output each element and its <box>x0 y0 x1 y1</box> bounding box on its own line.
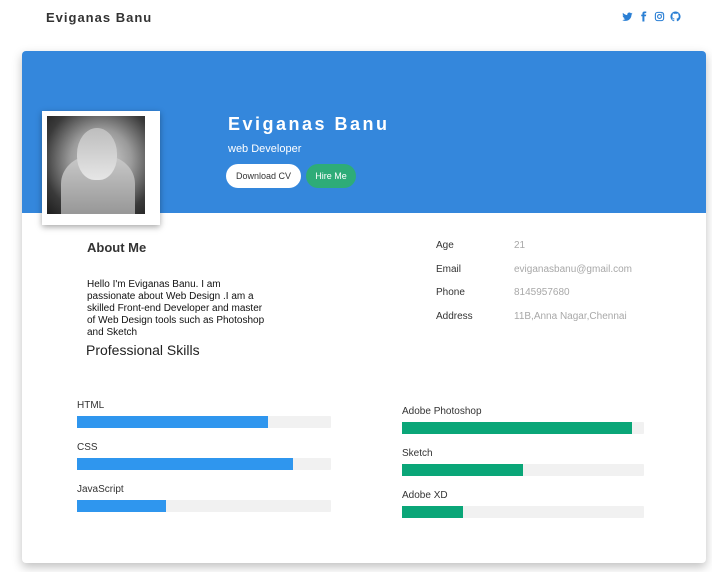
info-label: Email <box>436 264 462 275</box>
top-navbar: Eviganas Banu <box>0 0 712 38</box>
brand-name[interactable]: Eviganas Banu <box>46 10 152 25</box>
twitter-icon[interactable] <box>622 11 634 23</box>
skill-adobe-photoshop: Adobe Photoshop <box>402 406 644 436</box>
skill-bar <box>402 464 644 476</box>
info-row-phone: Phone 8145957680 <box>436 287 676 301</box>
skill-bar <box>402 422 644 434</box>
info-row-age: Age 21 <box>436 240 676 254</box>
skill-label: HTML <box>77 400 105 411</box>
info-label: Age <box>436 240 454 251</box>
download-cv-button[interactable]: Download CV <box>226 164 301 188</box>
profile-name: Eviganas Banu <box>228 114 390 134</box>
skill-adobe-xd: Adobe XD <box>402 490 644 520</box>
info-label: Address <box>436 311 473 322</box>
facebook-icon[interactable] <box>638 11 650 23</box>
skill-html: HTML <box>77 400 331 430</box>
avatar <box>42 111 160 225</box>
skill-label: Sketch <box>402 448 433 459</box>
profile-photo <box>47 116 145 214</box>
skill-bar-fill <box>402 464 523 476</box>
info-value: 11B,Anna Nagar,Chennai <box>514 311 627 322</box>
info-value: 8145957680 <box>514 287 570 298</box>
skill-bar <box>402 506 644 518</box>
info-row-email: Email eviganasbanu@gmail.com <box>436 264 676 278</box>
profile-card: Eviganas Banu web Developer Download CV … <box>22 51 706 563</box>
hire-me-button[interactable]: Hire Me <box>306 164 356 188</box>
skill-bar-fill <box>77 416 268 428</box>
skill-bar <box>77 458 331 470</box>
skill-css: CSS <box>77 442 331 472</box>
skill-bar <box>77 416 331 428</box>
skill-label: JavaScript <box>77 484 124 495</box>
skill-bar-fill <box>77 458 293 470</box>
skill-bar <box>77 500 331 512</box>
info-value: eviganasbanu@gmail.com <box>514 264 632 275</box>
profile-role: web Developer <box>228 143 302 155</box>
skill-label: Adobe XD <box>402 490 448 501</box>
photo-head-shape <box>77 128 117 180</box>
skill-bar-fill <box>402 506 463 518</box>
about-text: Hello I'm Eviganas Banu. I am passionate… <box>87 279 265 338</box>
skills-title: Professional Skills <box>86 342 200 358</box>
skill-label: CSS <box>77 442 98 453</box>
skill-javascript: JavaScript <box>77 484 331 514</box>
skill-bar-fill <box>402 422 632 434</box>
instagram-icon[interactable] <box>654 11 666 23</box>
skill-bar-fill <box>77 500 166 512</box>
info-value: 21 <box>514 240 526 251</box>
info-row-address: Address 11B,Anna Nagar,Chennai <box>436 311 676 325</box>
skill-label: Adobe Photoshop <box>402 406 482 417</box>
social-links <box>622 11 682 23</box>
skill-sketch: Sketch <box>402 448 644 478</box>
about-title: About Me <box>87 240 147 255</box>
info-label: Phone <box>436 287 465 298</box>
github-icon[interactable] <box>670 11 682 23</box>
